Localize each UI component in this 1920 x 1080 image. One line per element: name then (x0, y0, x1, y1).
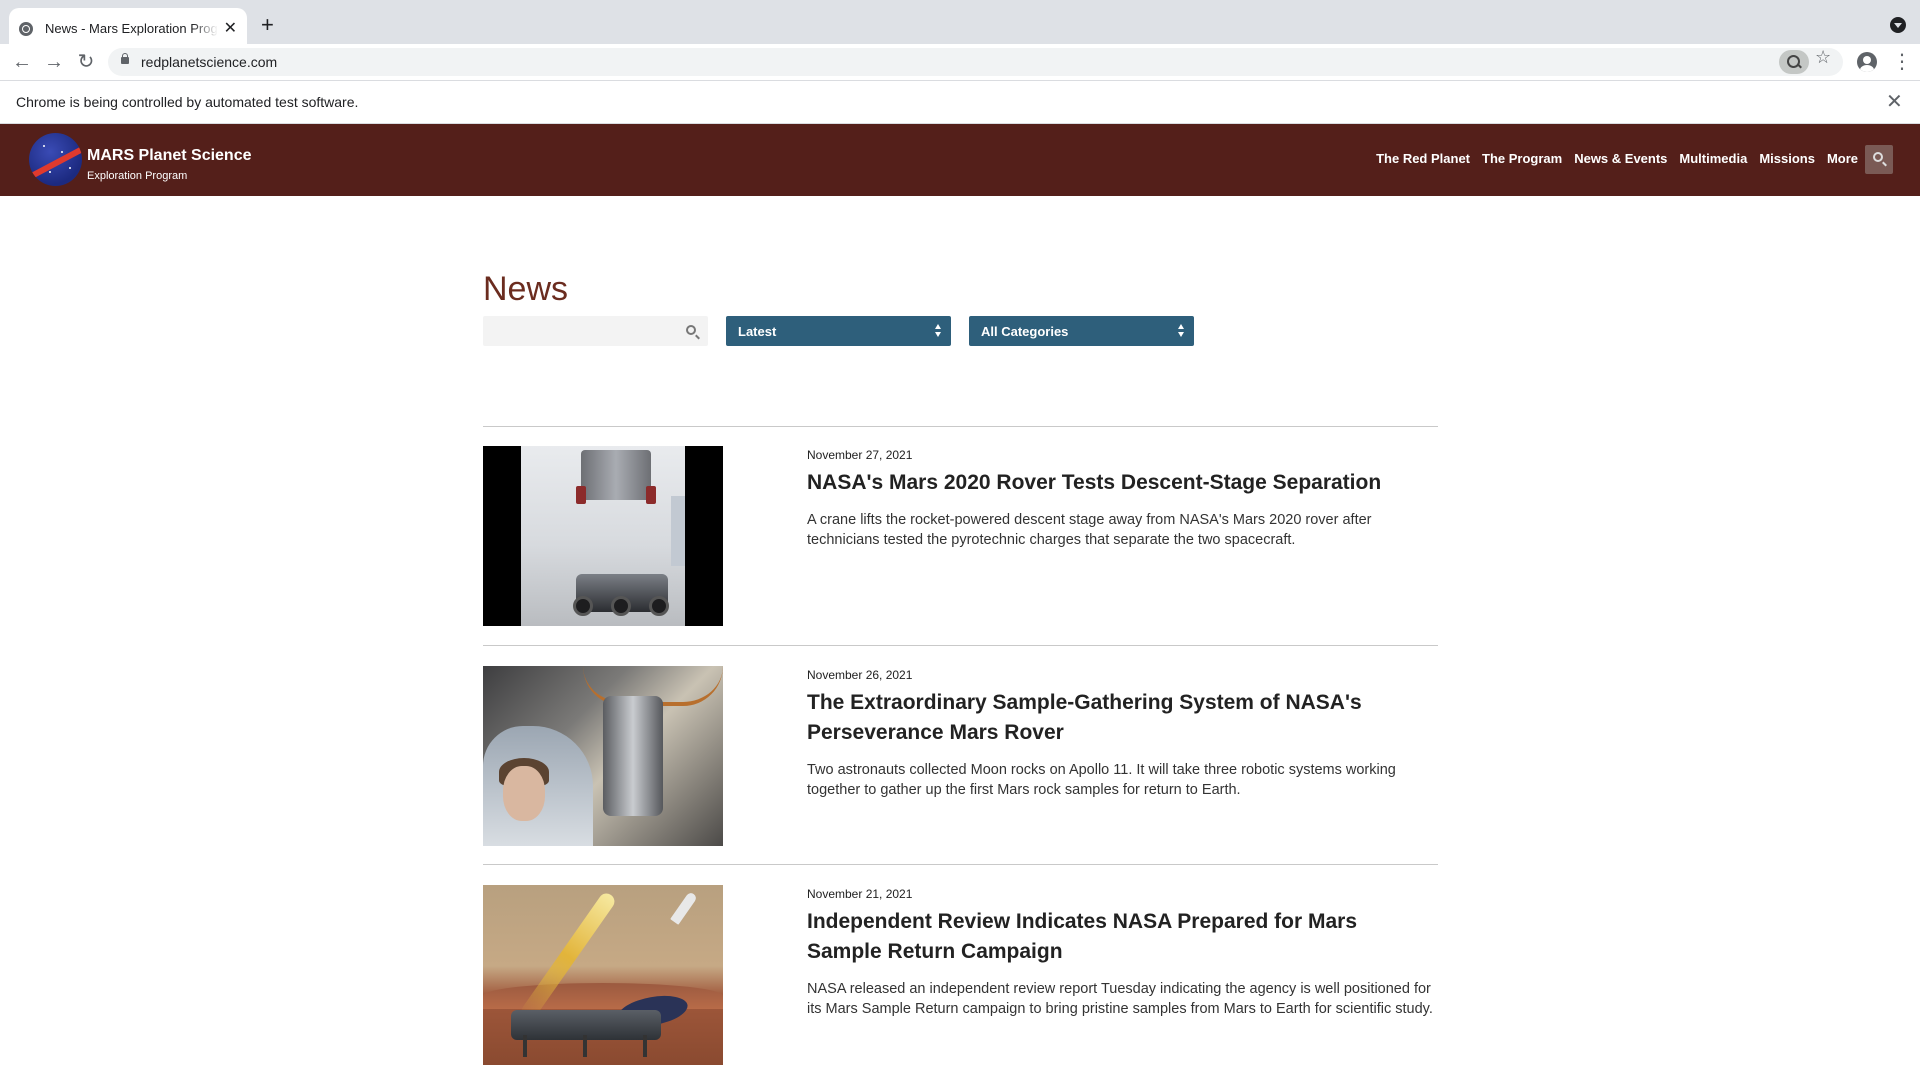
reload-icon[interactable]: ↻ (72, 48, 100, 76)
article-teaser: NASA released an independent review repo… (807, 981, 1433, 1017)
article-meta: November 27, 2021 NASA's Mars 2020 Rover… (807, 446, 1437, 550)
tab-search-icon[interactable] (1890, 17, 1906, 33)
forward-icon[interactable]: → (40, 48, 68, 76)
lock-icon (121, 53, 129, 64)
article-date: November 26, 2021 (807, 668, 913, 682)
infobar-message: Chrome is being controlled by automated … (16, 94, 359, 110)
article-thumbnail[interactable] (483, 666, 723, 846)
browser-toolbar: ← → ↻ redplanetscience.com ☆ ⋮ (0, 44, 1920, 80)
article-meta: November 21, 2021 Independent Review Ind… (807, 885, 1437, 1019)
brand-title[interactable]: MARS Planet Science (87, 147, 252, 165)
site-search-button[interactable] (1865, 145, 1893, 174)
select-arrows-icon (935, 324, 942, 338)
infobar-close-icon[interactable]: ✕ (1886, 90, 1903, 114)
zoom-icon[interactable] (1779, 50, 1809, 74)
divider (483, 426, 1438, 427)
category-select[interactable]: All Categories (969, 316, 1194, 346)
bookmark-star-icon[interactable]: ☆ (1815, 47, 1831, 68)
article-date: November 21, 2021 (807, 887, 913, 901)
browser-tab[interactable]: News - Mars Exploration Program ✕ (9, 8, 247, 49)
main-nav: The Red Planet The Program News & Events… (1376, 151, 1858, 166)
url-text[interactable]: redplanetscience.com (141, 54, 277, 70)
page-title: News (483, 270, 569, 308)
nav-item-news-events[interactable]: News & Events (1574, 151, 1667, 166)
article-teaser: Two astronauts collected Moon rocks on A… (807, 762, 1396, 798)
close-tab-icon[interactable]: ✕ (224, 20, 237, 37)
globe-icon (19, 21, 33, 36)
article-teaser: A crane lifts the rocket-powered descent… (807, 512, 1372, 548)
profile-avatar-icon[interactable] (1857, 52, 1877, 72)
sort-select[interactable]: Latest (726, 316, 951, 346)
article-headline[interactable]: NASA's Mars 2020 Rover Tests Descent-Sta… (807, 468, 1437, 498)
category-selected-value: All Categories (981, 324, 1069, 339)
article-meta: November 26, 2021 The Extraordinary Samp… (807, 666, 1437, 800)
nav-item-red-planet[interactable]: The Red Planet (1376, 151, 1470, 166)
nav-item-program[interactable]: The Program (1482, 151, 1562, 166)
browser-tabstrip: News - Mars Exploration Program ✕ + (0, 0, 1920, 49)
article-headline[interactable]: The Extraordinary Sample-Gathering Syste… (807, 688, 1437, 748)
nav-item-multimedia[interactable]: Multimedia (1679, 151, 1747, 166)
article-date: November 27, 2021 (807, 448, 913, 462)
article-thumbnail[interactable] (483, 446, 723, 626)
article-headline[interactable]: Independent Review Indicates NASA Prepar… (807, 907, 1437, 967)
site-header: MARS Planet Science Exploration Program … (0, 124, 1920, 196)
browser-menu-icon[interactable]: ⋮ (1892, 48, 1912, 76)
tab-title: News - Mars Exploration Program (45, 21, 218, 36)
divider (483, 645, 1438, 646)
back-icon[interactable]: ← (8, 48, 36, 76)
news-search-input[interactable] (483, 316, 708, 346)
mars-logo[interactable] (29, 133, 82, 186)
select-arrows-icon (1178, 324, 1185, 338)
nav-item-missions[interactable]: Missions (1759, 151, 1815, 166)
address-bar[interactable]: redplanetscience.com (108, 48, 1843, 76)
article-thumbnail[interactable] (483, 885, 723, 1065)
automation-infobar: Chrome is being controlled by automated … (0, 80, 1920, 124)
brand-subtitle: Exploration Program (87, 170, 188, 182)
search-icon[interactable] (686, 325, 696, 335)
new-tab-button[interactable]: + (261, 13, 274, 37)
divider (483, 864, 1438, 865)
sort-selected-value: Latest (738, 324, 777, 339)
nav-item-more[interactable]: More (1827, 151, 1858, 166)
search-icon (1873, 152, 1883, 162)
